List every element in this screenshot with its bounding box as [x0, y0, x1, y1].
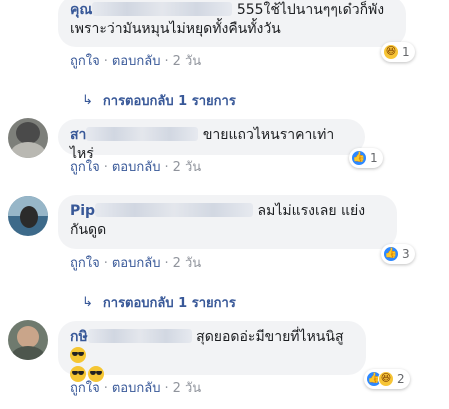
blurred-name	[86, 127, 199, 141]
comment-text-line2: เพราะว่ามันหมุนไม่หยุดทั้งคืนทั้งวัน	[70, 21, 281, 37]
sunglasses-emoji-icon	[70, 366, 86, 382]
commenter-name[interactable]: กษิ	[70, 329, 88, 345]
comment-text: ลมไม่แรงเลย แย่ง	[257, 203, 366, 219]
commenter-name[interactable]: สา	[70, 127, 86, 143]
timestamp[interactable]: 2 วัน	[173, 54, 202, 69]
reaction-count: 2	[397, 372, 405, 386]
reply-arrow-icon: ↳	[82, 295, 93, 310]
separator-dot: ·	[103, 160, 108, 175]
separator-dot: ·	[164, 54, 169, 69]
blurred-name	[92, 2, 233, 16]
blurred-name	[87, 329, 192, 343]
reaction-summary[interactable]: 👍 3	[381, 244, 415, 264]
separator-dot: ·	[103, 381, 108, 396]
separator-dot: ·	[103, 54, 108, 69]
separator-dot: ·	[103, 256, 108, 271]
timestamp[interactable]: 2 วัน	[173, 256, 202, 271]
comment-actions: ถูกใจ · ตอบกลับ · 2 วัน	[70, 381, 201, 397]
reply-link[interactable]: ตอบกลับ	[112, 160, 161, 175]
like-link[interactable]: ถูกใจ	[70, 381, 100, 396]
like-link[interactable]: ถูกใจ	[70, 54, 100, 69]
haha-reaction-icon: 😆	[383, 44, 399, 60]
view-replies-label[interactable]: การตอบกลับ 1 รายการ	[103, 292, 236, 313]
avatar[interactable]	[8, 196, 48, 236]
comment-text: สุดยอดอ่ะมีขายที่ไหนนิสู	[196, 329, 344, 345]
reaction-summary[interactable]: 👍 😆 2	[364, 369, 410, 389]
separator-dot: ·	[164, 381, 169, 396]
separator-dot: ·	[164, 160, 169, 175]
reply-arrow-icon: ↳	[82, 93, 93, 108]
blurred-name	[95, 203, 254, 217]
reaction-summary[interactable]: 😆 1	[381, 42, 415, 62]
comment-text: 555ใช้ไปนานๆๆเด๋วก็พัง	[236, 2, 385, 18]
commenter-name[interactable]: Pip	[70, 203, 95, 219]
reaction-count: 3	[402, 247, 410, 261]
comment-bubble: Pip ลมไม่แรงเลย แย่ง กันดูด	[58, 195, 397, 249]
comment-actions: ถูกใจ · ตอบกลับ · 2 วัน	[70, 54, 201, 70]
like-reaction-icon: 👍	[351, 150, 367, 166]
comment-bubble: กษิ สุดยอดอ่ะมีขายที่ไหนนิสู	[58, 321, 366, 382]
timestamp[interactable]: 2 วัน	[173, 160, 202, 175]
view-replies-link[interactable]: ↳ การตอบกลับ 1 รายการ	[82, 292, 236, 313]
commenter-name[interactable]: คุณ	[70, 2, 92, 18]
view-replies-label[interactable]: การตอบกลับ 1 รายการ	[103, 90, 236, 111]
sunglasses-emoji-icon	[70, 347, 86, 363]
reaction-count: 1	[370, 151, 378, 165]
reply-link[interactable]: ตอบกลับ	[112, 381, 161, 396]
like-link[interactable]: ถูกใจ	[70, 256, 100, 271]
timestamp[interactable]: 2 วัน	[173, 381, 202, 396]
reaction-count: 1	[402, 45, 410, 59]
reply-link[interactable]: ตอบกลับ	[112, 54, 161, 69]
comment-bubble: สา ขายแถวไหนราคาเท่าไหร่	[58, 119, 365, 162]
comment-actions: ถูกใจ · ตอบกลับ · 2 วัน	[70, 160, 201, 176]
haha-reaction-icon: 😆	[378, 371, 394, 387]
like-link[interactable]: ถูกใจ	[70, 160, 100, 175]
sunglasses-emoji-icon	[88, 366, 104, 382]
separator-dot: ·	[164, 256, 169, 271]
reply-link[interactable]: ตอบกลับ	[112, 256, 161, 271]
comment-text-line2: กันดูด	[70, 222, 107, 238]
avatar[interactable]	[8, 320, 48, 360]
comment-actions: ถูกใจ · ตอบกลับ · 2 วัน	[70, 256, 201, 272]
comment-bubble: คุณ 555ใช้ไปนานๆๆเด๋วก็พัง เพราะว่ามันหม…	[58, 0, 406, 47]
like-reaction-icon: 👍	[383, 246, 399, 262]
view-replies-link[interactable]: ↳ การตอบกลับ 1 รายการ	[82, 90, 236, 111]
avatar[interactable]	[8, 118, 48, 158]
reaction-summary[interactable]: 👍 1	[349, 148, 383, 168]
